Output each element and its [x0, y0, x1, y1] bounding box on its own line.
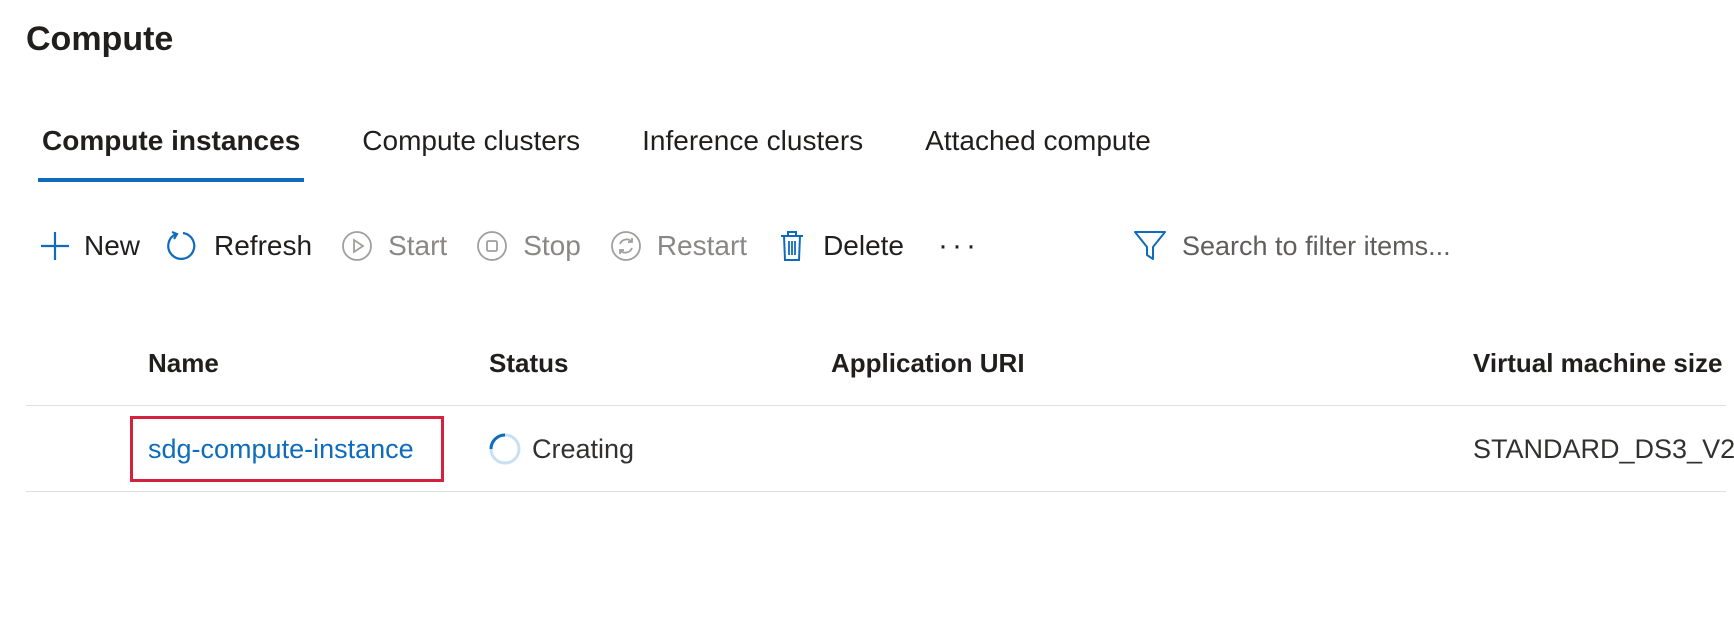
restart-icon	[609, 229, 643, 263]
new-label: New	[84, 230, 141, 261]
command-bar: New Refresh Start Stop Restart Delete ··…	[41, 222, 980, 270]
table-row[interactable]: sdg-compute-instance Creating STANDARD_D…	[26, 406, 1734, 492]
status-cell: Creating	[488, 406, 634, 492]
column-header-application-uri[interactable]: Application URI	[831, 348, 1025, 379]
tab-compute-clusters[interactable]: Compute clusters	[362, 118, 580, 184]
search-box	[1132, 222, 1552, 270]
search-input[interactable]	[1182, 230, 1542, 262]
instance-name-link[interactable]: sdg-compute-instance	[148, 434, 414, 465]
delete-button[interactable]: Delete	[775, 222, 904, 270]
compute-instances-table: Name Status Application URI Virtual mach…	[26, 336, 1734, 492]
refresh-icon	[166, 229, 200, 263]
restart-button[interactable]: Restart	[609, 222, 747, 270]
start-button[interactable]: Start	[340, 222, 447, 270]
spinner-icon	[489, 433, 521, 465]
column-header-status[interactable]: Status	[489, 348, 568, 379]
refresh-button[interactable]: Refresh	[166, 222, 312, 270]
table-header: Name Status Application URI Virtual mach…	[26, 336, 1726, 406]
stop-button[interactable]: Stop	[475, 222, 581, 270]
column-header-vm-size[interactable]: Virtual machine size	[1473, 348, 1723, 379]
vm-size-cell: STANDARD_DS3_V2	[1473, 433, 1734, 464]
tab-compute-instances[interactable]: Compute instances	[37, 118, 305, 184]
plus-icon	[38, 229, 72, 263]
restart-label: Restart	[656, 230, 748, 261]
start-label: Start	[388, 230, 448, 261]
more-actions-button[interactable]: ···	[938, 222, 980, 270]
delete-label: Delete	[823, 230, 904, 261]
tab-bar: Compute instances Compute clusters Infer…	[37, 118, 1151, 184]
play-circle-icon	[340, 229, 374, 263]
tab-attached-compute[interactable]: Attached compute	[925, 118, 1151, 184]
stop-label: Stop	[523, 230, 581, 261]
refresh-label: Refresh	[214, 230, 313, 261]
new-button[interactable]: New	[38, 222, 140, 270]
status-text: Creating	[532, 433, 635, 464]
name-cell: sdg-compute-instance	[148, 406, 414, 492]
filter-icon	[1132, 228, 1168, 264]
stop-circle-icon	[475, 229, 509, 263]
trash-icon	[775, 229, 809, 263]
tab-inference-clusters[interactable]: Inference clusters	[642, 118, 863, 184]
page-title: Compute	[26, 20, 174, 58]
column-header-name[interactable]: Name	[148, 348, 219, 379]
